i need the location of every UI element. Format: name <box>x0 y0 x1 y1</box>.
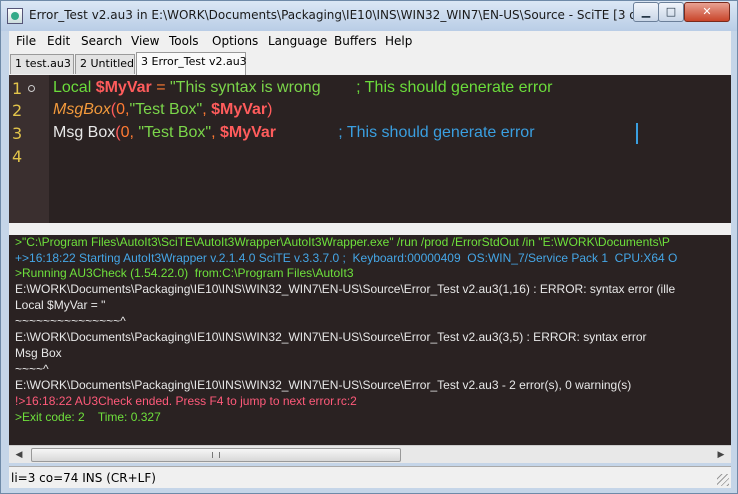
string-token: "Test Box" <box>138 124 212 141</box>
string-token: "Test Box" <box>129 101 203 118</box>
menu-buffers[interactable]: Buffers <box>334 34 377 48</box>
menu-help[interactable]: Help <box>385 34 412 48</box>
scite-app-icon[interactable] <box>7 8 23 24</box>
number-token: 0 <box>116 101 126 118</box>
variable-token: $MyVar <box>219 124 277 141</box>
operator-token: = <box>151 79 170 96</box>
code-line-2: MsgBox(0,"Test Box", $MyVar) <box>53 101 272 119</box>
variable-token: $MyVar <box>95 79 152 96</box>
output-line: ~~~~~~~~~~~~~~~^ <box>15 314 126 328</box>
line-number-gutter[interactable]: 1 2 3 4 <box>9 75 49 223</box>
thumb-grip-icon <box>212 452 220 458</box>
code-editor[interactable]: 1 2 3 4 Local $MyVar = "This syntax is w… <box>9 75 731 223</box>
scroll-right-arrow-icon[interactable]: ▶ <box>713 447 729 463</box>
scite-window: Error_Test v2.au3 in E:\WORK\Documents\P… <box>0 0 738 494</box>
tab-test-au3[interactable]: 1 test.au3 <box>10 54 74 74</box>
output-line: >Exit code: 2 Time: 0.327 <box>15 410 161 424</box>
output-line: >"C:\Program Files\AutoIt3\SciTE\AutoIt3… <box>15 235 670 249</box>
variable-token: $MyVar <box>211 101 268 118</box>
menu-view[interactable]: View <box>131 34 159 48</box>
window-title: Error_Test v2.au3 in E:\WORK\Documents\P… <box>29 8 657 22</box>
output-line: ~~~~^ <box>15 362 49 376</box>
maximize-button[interactable]: □ <box>658 2 684 22</box>
menu-search[interactable]: Search <box>81 34 122 48</box>
comma-token: , <box>202 101 212 118</box>
function-token: MsgBox <box>53 101 111 118</box>
fold-marker-icon[interactable] <box>28 85 35 92</box>
status-text: li=3 co=74 INS (CR+LF) <box>11 471 156 485</box>
menu-tools[interactable]: Tools <box>169 34 199 48</box>
output-line: +>16:18:22 Starting AutoIt3Wrapper v.2.1… <box>15 251 678 265</box>
output-line: !>16:18:22 AU3Check ended. Press F4 to j… <box>15 394 357 408</box>
minimize-button[interactable]: ▁ <box>633 2 659 22</box>
menu-file[interactable]: File <box>16 34 36 48</box>
output-line: E:\WORK\Documents\Packaging\IE10\INS\WIN… <box>15 282 676 296</box>
text-caret <box>636 123 638 144</box>
line-number: 4 <box>12 147 23 166</box>
output-line: E:\WORK\Documents\Packaging\IE10\INS\WIN… <box>15 378 632 392</box>
comment-token: ; This should generate error <box>320 79 553 96</box>
pane-splitter[interactable] <box>9 223 731 235</box>
comment-token: ; This should generate error <box>276 124 535 141</box>
line-number: 2 <box>12 101 23 120</box>
paren-token: ) <box>267 101 273 118</box>
tab-untitled[interactable]: 2 Untitled <box>75 54 135 74</box>
keyword-token: Local <box>53 79 96 96</box>
scroll-left-arrow-icon[interactable]: ◀ <box>11 447 27 463</box>
scroll-thumb[interactable] <box>31 448 401 462</box>
horizontal-scrollbar[interactable]: ◀ ▶ <box>9 445 731 463</box>
menu-options[interactable]: Options <box>212 34 258 48</box>
status-bar: li=3 co=74 INS (CR+LF) <box>9 466 731 488</box>
close-button[interactable]: ✕ <box>684 2 730 22</box>
output-line: E:\WORK\Documents\Packaging\IE10\INS\WIN… <box>15 330 647 344</box>
output-line: Msg Box <box>15 346 62 360</box>
line-number: 1 <box>12 79 23 98</box>
code-line-3: Msg Box(0, "Test Box", $MyVar ; This sho… <box>53 124 535 142</box>
title-bar[interactable]: Error_Test v2.au3 in E:\WORK\Documents\P… <box>1 1 737 31</box>
text-token: Msg Box <box>53 124 116 141</box>
menu-edit[interactable]: Edit <box>47 34 70 48</box>
string-token: "This syntax is wrong <box>169 79 321 96</box>
output-line: >Running AU3Check (1.54.22.0) from:C:\Pr… <box>15 266 354 280</box>
menu-language[interactable]: Language <box>268 34 327 48</box>
buffer-tab-bar: 1 test.au3 2 Untitled 3 Error_Test v2.au… <box>9 51 731 75</box>
code-line-1: Local $MyVar = "This syntax is wrong ; T… <box>53 79 552 97</box>
menu-bar: File Edit Search View Tools Options Lang… <box>9 31 731 51</box>
line-number: 3 <box>12 124 23 143</box>
resize-grip-icon[interactable] <box>717 474 729 486</box>
tab-error-test[interactable]: 3 Error_Test v2.au3 <box>136 52 247 75</box>
comma-token: , <box>211 124 220 141</box>
output-line: Local $MyVar = " <box>15 298 106 312</box>
output-pane[interactable]: >"C:\Program Files\AutoIt3\SciTE\AutoIt3… <box>9 235 731 445</box>
